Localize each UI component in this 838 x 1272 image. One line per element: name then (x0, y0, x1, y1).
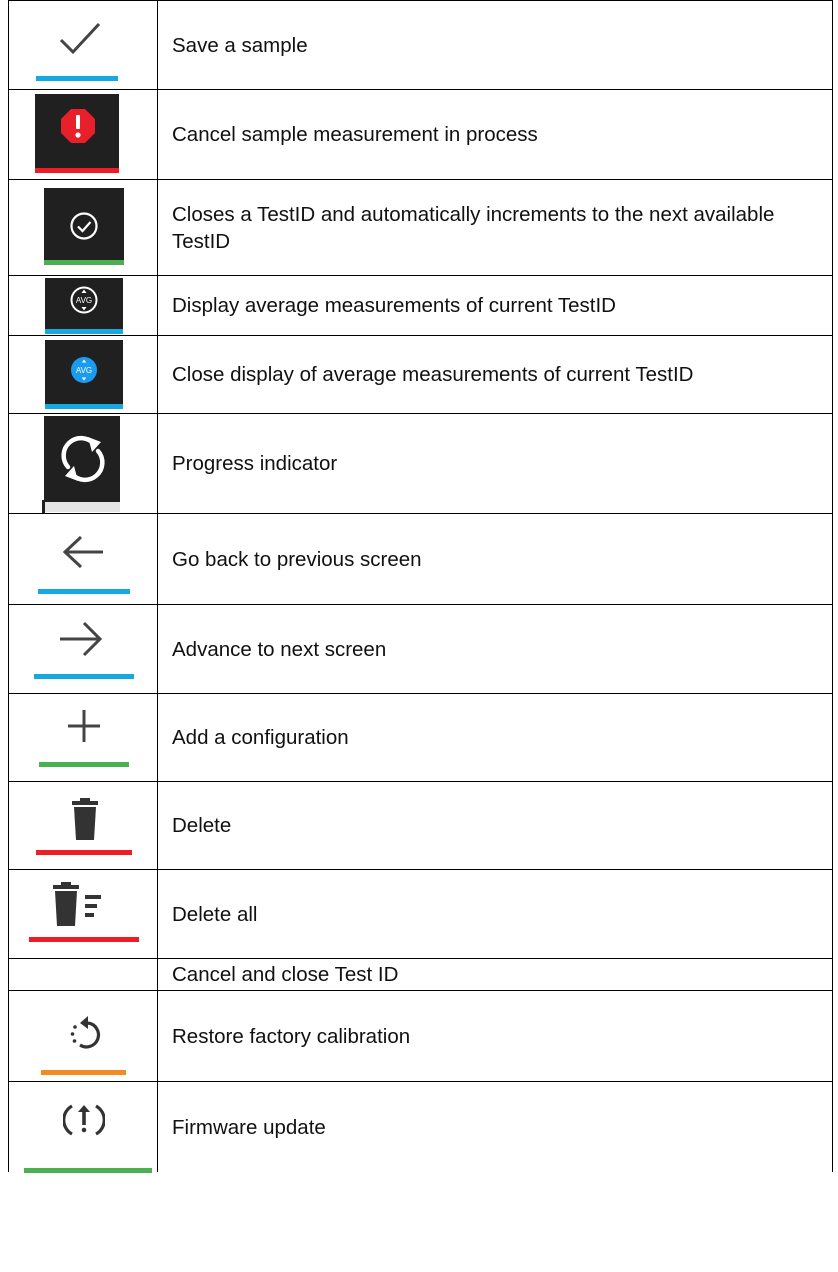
table-row: Cancel sample measurement in process (9, 90, 832, 180)
upload-icon (63, 1104, 105, 1136)
trash-icon (72, 798, 98, 840)
avg-close-icon: AVG (71, 357, 97, 383)
arrow-right-icon (60, 621, 103, 657)
progress-icon (61, 435, 105, 483)
plus-icon (68, 710, 100, 742)
checkmark-icon (59, 22, 101, 55)
svg-text:AVG: AVG (76, 296, 92, 305)
avg-display-icon: AVG (70, 286, 98, 314)
arrow-left-icon (62, 535, 103, 569)
table-row: Cancel and close Test ID (9, 959, 832, 991)
check-circle-icon (70, 212, 98, 240)
row-label: Progress indicator (172, 452, 338, 475)
restore-icon (70, 1016, 101, 1049)
table-row: Advance to next screen (9, 605, 832, 694)
table-row: Add a configuration (9, 694, 832, 782)
row-label: Add a configuration (172, 726, 349, 749)
row-label: Cancel sample measurement in process (172, 123, 538, 146)
table-row: Restore factory calibration (9, 991, 832, 1082)
alert-stop-icon (61, 109, 95, 143)
row-label: Firmware update (172, 1115, 326, 1139)
row-label: Advance to next screen (172, 637, 387, 661)
row-label: Display average measurements of current … (172, 294, 616, 317)
row-label: Delete all (172, 902, 258, 926)
table-row: Closes a TestID and automatically increm… (9, 180, 832, 276)
table-row: Save a sample (9, 1, 832, 90)
row-label: Close display of average measurements of… (172, 363, 694, 386)
row-label: Save a sample (172, 33, 308, 57)
table-row: Go back to previous screen (9, 514, 832, 605)
table-row: Delete (9, 782, 832, 870)
row-label: Closes a TestID and automatically increm… (172, 202, 775, 253)
svg-text:AVG: AVG (76, 366, 92, 375)
table-row: AVG Close display of average measurement… (9, 336, 832, 414)
row-label: Cancel and close Test ID (172, 963, 399, 986)
table-row: AVG Display average measurements of curr… (9, 276, 832, 336)
row-label: Go back to previous screen (172, 547, 422, 571)
table-row: Firmware update (9, 1082, 832, 1173)
trash-list-icon (53, 882, 101, 926)
icon-legend-table: Save a sample Cancel sample measurement … (8, 0, 833, 1173)
table-row: Progress indicator (9, 414, 832, 514)
table-row: Delete all (9, 870, 832, 959)
row-label: Delete (172, 814, 232, 837)
row-label: Restore factory calibration (172, 1024, 411, 1048)
